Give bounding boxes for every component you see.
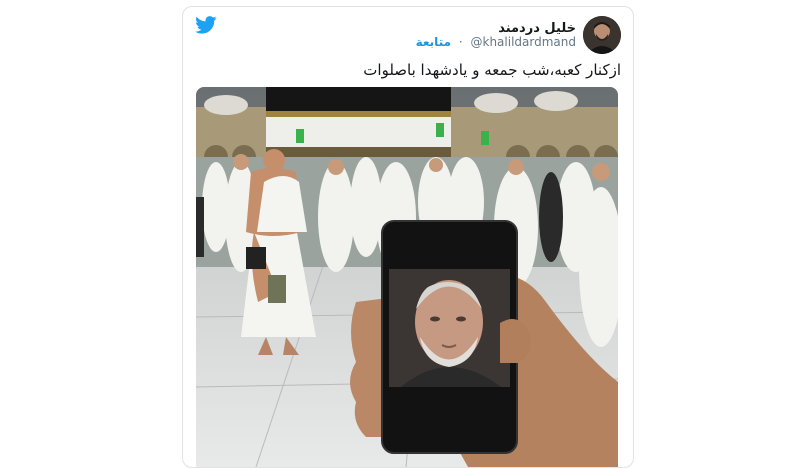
twitter-bird-icon[interactable] bbox=[195, 16, 217, 34]
separator-dot: · bbox=[458, 35, 463, 49]
user-handle[interactable]: @khalildardmand bbox=[471, 35, 577, 49]
follow-button[interactable]: متابعة bbox=[416, 35, 451, 49]
tweet-text: ازکنار کعبه،شب جمعه و یادشهدا باصلوات bbox=[363, 61, 621, 79]
display-name[interactable]: خلیل دردمند bbox=[498, 21, 576, 36]
handle-row: متابعة · @khalildardmand bbox=[416, 35, 576, 49]
tweet-photo[interactable] bbox=[196, 87, 618, 467]
tweet-card: خلیل دردمند متابعة · @khalildardmand ازک… bbox=[182, 6, 634, 468]
avatar[interactable] bbox=[583, 16, 621, 54]
